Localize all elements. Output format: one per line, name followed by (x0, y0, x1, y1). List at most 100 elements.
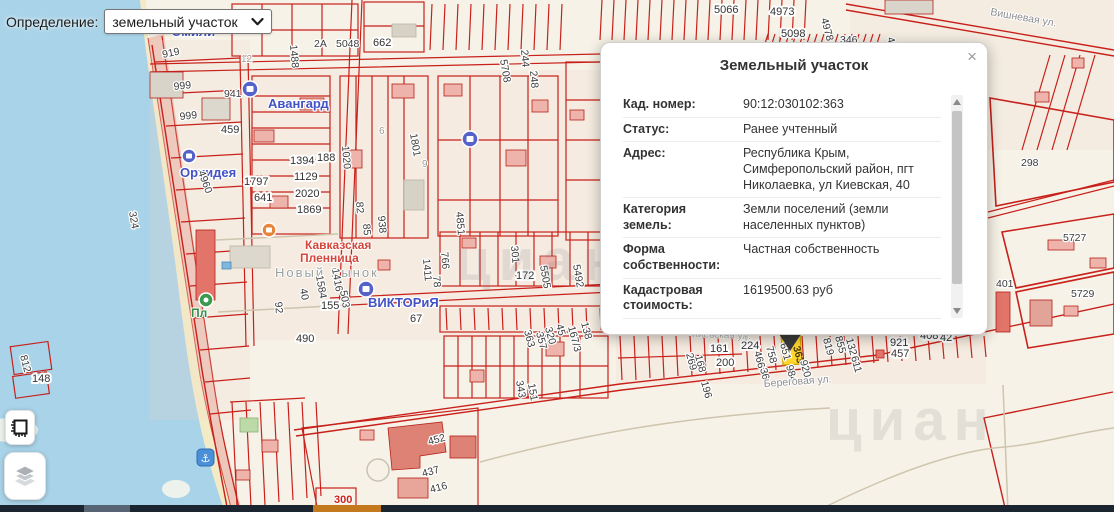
map-label: 1869 (297, 204, 321, 216)
popup-row-value: Ранее учтенный (743, 121, 838, 136)
map-label: 85 (360, 223, 373, 236)
park-poi-icon[interactable] (198, 292, 214, 308)
map-label: 67 (410, 313, 422, 325)
layers-button[interactable] (4, 452, 46, 500)
definition-select[interactable]: земельный участок (104, 9, 273, 34)
bottom-bar-segment-orange (313, 505, 381, 512)
popup-row: Кадастровая стоимость: 1619500.63 руб (623, 279, 941, 319)
map-label: циан (826, 388, 997, 453)
store-poi-icon[interactable] (461, 130, 479, 148)
map-label: 4973 (770, 6, 794, 18)
popup-row-label: Кадастровая стоимость: (623, 282, 703, 313)
bottom-bar (0, 505, 1114, 512)
scroll-down-arrow-icon[interactable] (953, 308, 961, 314)
map-label: 999 (173, 79, 192, 93)
bottom-bar-segment (84, 505, 130, 512)
definition-toolbar: Определение: земельный участок (6, 9, 273, 34)
map-label: 188 (317, 152, 335, 164)
store-poi-icon[interactable] (181, 148, 197, 164)
map-label: Новый Рынок (275, 265, 379, 280)
map-label: Пленница (300, 251, 359, 265)
popup-row: Форма собственности: Частная собственност… (623, 238, 941, 279)
parcel-info-popup: Земельный участок × Кад. номер: 90:12:030… (600, 42, 988, 335)
map-label: 148 (32, 373, 50, 385)
map-label: 999 (179, 109, 198, 123)
layers-icon (13, 465, 37, 486)
map-label: 1020 (339, 145, 353, 169)
map-label: 92 (272, 301, 285, 314)
map-label: 248 (527, 70, 540, 89)
map-label: Пл (191, 306, 207, 320)
map-label: 9 (422, 159, 428, 170)
map-label: 457 (891, 348, 909, 360)
map-label: 938 (375, 215, 388, 234)
map-label: 5066 (714, 4, 738, 16)
popup-row-label: Уточненная площадь: (623, 323, 743, 324)
popup-row: Уточненная площадь:830 кв.м (623, 319, 941, 324)
scroll-up-arrow-icon[interactable] (953, 99, 961, 105)
map-label: 161 (710, 343, 728, 355)
cafe-poi-icon[interactable] (261, 222, 277, 238)
map-label: Авангард (268, 96, 330, 111)
map-label: 1129 (294, 171, 318, 183)
map-label: 298 (1021, 157, 1039, 169)
map-label: Кавказская (305, 238, 371, 252)
chevron-down-icon (251, 17, 265, 25)
map-label: 200 (716, 357, 734, 369)
map-label: 244 (518, 49, 531, 68)
ruler-icon (11, 419, 28, 437)
map-label: 1394 (290, 155, 314, 167)
scrollbar-thumb[interactable] (952, 111, 962, 284)
popup-row-value: Республика Крым, Симферопольский район, … (743, 146, 914, 192)
map-label: 641 (254, 192, 272, 204)
popup-row-value: 1619500.63 руб (743, 282, 833, 297)
map-label: 1488 (287, 44, 301, 68)
map-label: 401 (996, 278, 1014, 290)
popup-title: Земельный участок (719, 57, 869, 74)
cadastral-map-viewer: Эмили91999999994145912АвангардОрхидея496… (0, 0, 1114, 512)
map-label: 459 (221, 124, 239, 136)
popup-row: Статус: Ранее учтенный (623, 118, 941, 143)
map-label: 2020 (295, 188, 319, 200)
popup-row-label: Адрес: (623, 146, 666, 161)
popup-row-value: Частная собственность (743, 242, 880, 257)
store-poi-icon[interactable] (241, 80, 259, 98)
popup-row-label: Статус: (623, 121, 670, 136)
sandbar (162, 480, 190, 498)
map-label: 5098 (781, 28, 805, 40)
popup-row: Кад. номер: 90:12:030102:363 (623, 93, 941, 118)
popup-scrollbar[interactable] (951, 95, 963, 318)
map-label: 155 (321, 300, 339, 312)
popup-row-value: Земли поселений (земли населенных пункто… (743, 202, 889, 232)
map-label: ВИКТОРиЯ (368, 295, 439, 310)
map-label: 78 (430, 275, 443, 288)
popup-row-label: Форма собственности: (623, 242, 721, 272)
close-icon[interactable]: × (967, 48, 977, 65)
map-label: 5048 (336, 38, 360, 50)
popup-row-value: 830 кв.м (743, 323, 941, 324)
definition-select-value: земельный участок (112, 13, 238, 30)
map-label: 6 (379, 126, 385, 137)
map-label: 12 (241, 54, 253, 65)
popup-row: Категория земель: Земли поселений (земли … (623, 198, 941, 239)
measure-button[interactable] (5, 410, 35, 445)
map-label: 2A (314, 38, 327, 50)
map-label: 5729 (1071, 288, 1095, 300)
store-poi-icon[interactable] (357, 280, 375, 298)
popup-row-value: 90:12:030102:363 (743, 97, 844, 111)
map-label: 662 (373, 37, 391, 49)
popup-row-label: Категория земель: (623, 202, 687, 232)
map-label: 490 (296, 333, 314, 345)
popup-rows: Кад. номер: 90:12:030102:363 Статус: Ранее … (623, 93, 941, 324)
map-label: 941 (224, 88, 242, 100)
popup-row: Адрес: Республика Крым, Симферопольский р… (623, 142, 941, 199)
map-label: 766 (438, 251, 451, 270)
svg-text:⚓: ⚓ (201, 452, 211, 465)
map-label: 1797 (244, 176, 268, 188)
map-label: 40 (297, 287, 311, 301)
map-label: 5727 (1063, 232, 1087, 244)
popup-row-label: Кад. номер: (623, 97, 696, 111)
anchor-icon[interactable]: ⚓ (196, 448, 215, 467)
definition-label: Определение: (6, 13, 99, 30)
map-label: 82 (353, 201, 366, 214)
